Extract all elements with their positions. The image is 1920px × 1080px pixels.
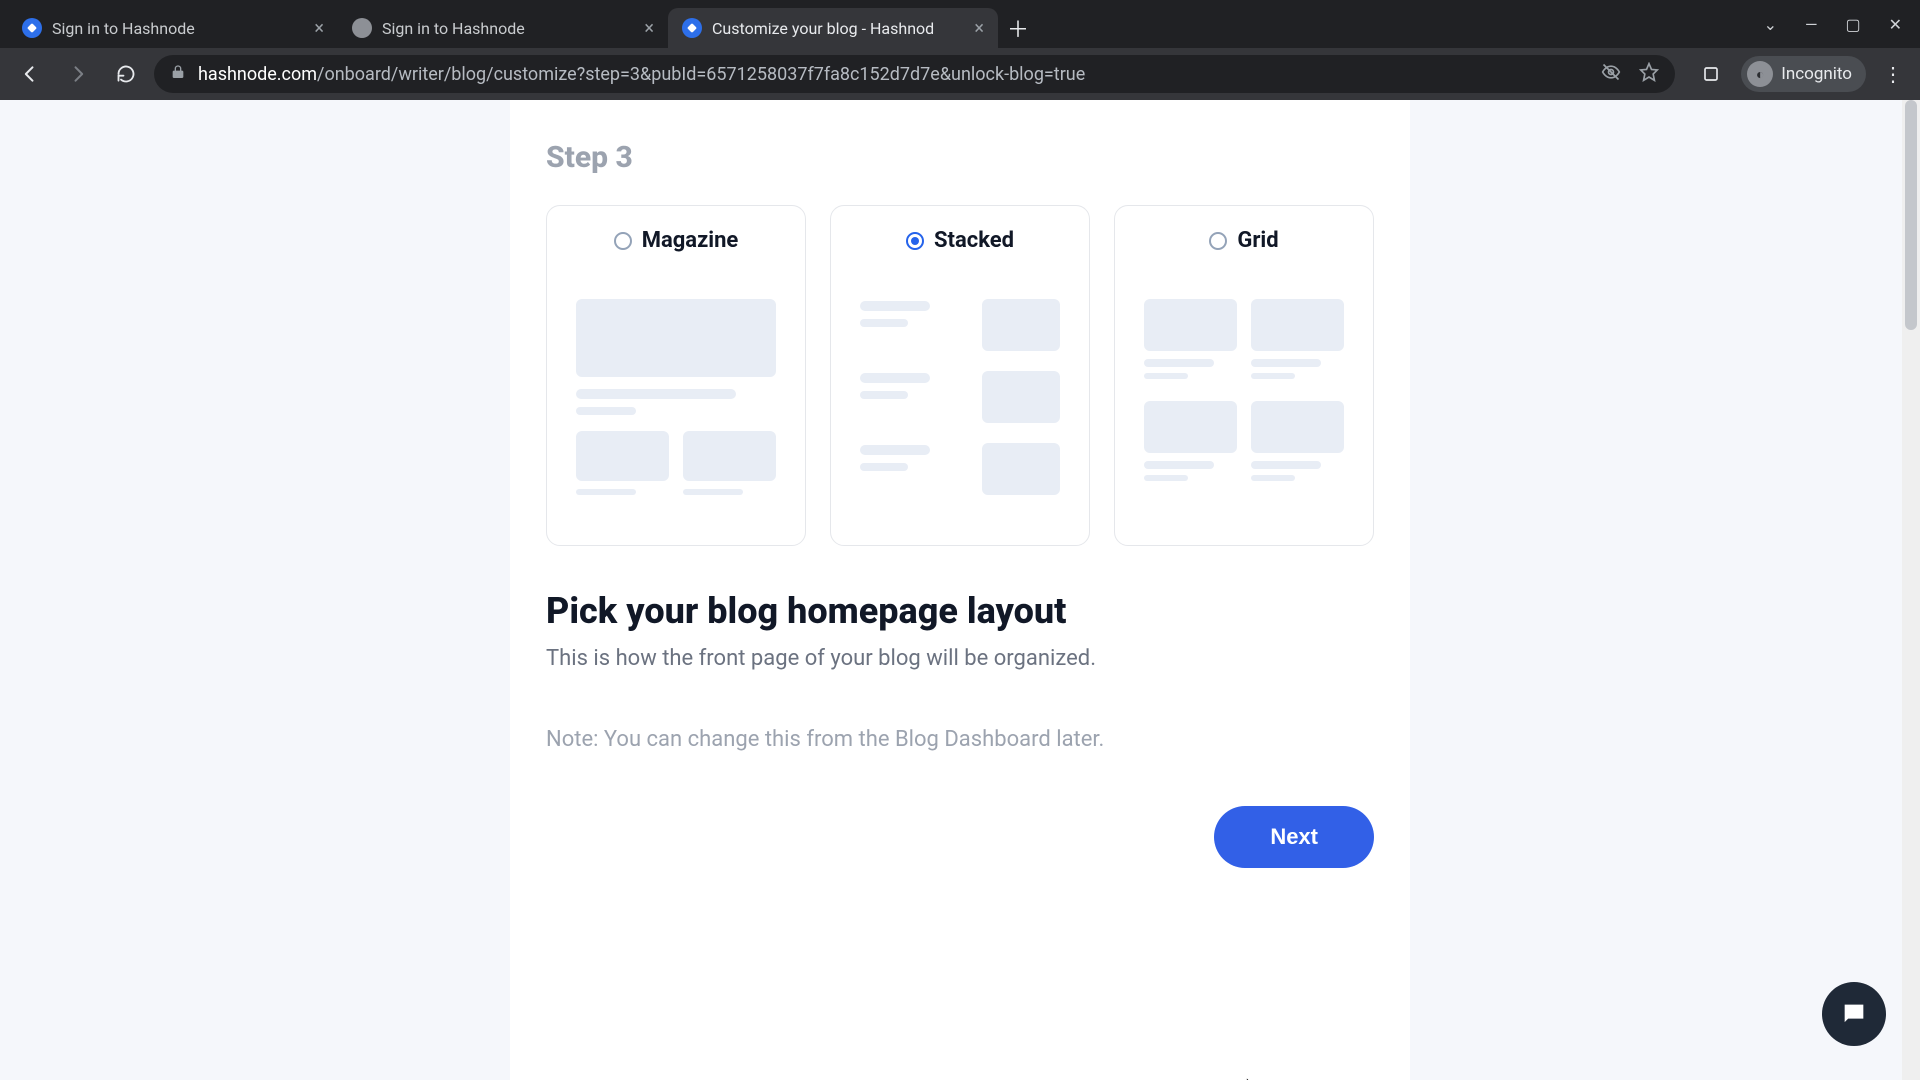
tab-title: Sign in to Hashnode — [52, 19, 304, 38]
forward-button[interactable] — [58, 54, 98, 94]
window-close-icon[interactable]: ✕ — [1889, 15, 1902, 34]
chevron-down-icon[interactable]: ⌄ — [1764, 15, 1777, 34]
option-label: Stacked — [934, 228, 1014, 253]
option-label: Magazine — [642, 228, 739, 253]
magazine-preview — [576, 299, 776, 495]
browser-toolbar: hashnode.com/onboard/writer/blog/customi… — [0, 48, 1920, 100]
extensions-button[interactable] — [1691, 54, 1731, 94]
section-note: Note: You can change this from the Blog … — [510, 671, 1410, 752]
grid-preview — [1144, 299, 1344, 481]
close-icon[interactable]: × — [314, 18, 324, 39]
browser-tab-2[interactable]: Sign in to Hashnode × — [338, 8, 668, 48]
browser-menu-button[interactable]: ⋮ — [1876, 62, 1910, 86]
eye-off-icon[interactable] — [1601, 62, 1621, 86]
chat-launcher-button[interactable] — [1822, 982, 1886, 1046]
browser-tab-1[interactable]: Sign in to Hashnode × — [8, 8, 338, 48]
reload-button[interactable] — [106, 54, 146, 94]
tab-title: Sign in to Hashnode — [382, 19, 634, 38]
lock-icon — [170, 64, 186, 84]
close-icon[interactable]: × — [974, 18, 984, 39]
window-controls: ⌄ ― ▢ ✕ — [1764, 0, 1920, 48]
layout-option-grid[interactable]: Grid — [1114, 205, 1374, 546]
layout-option-stacked[interactable]: Stacked — [830, 205, 1090, 546]
layout-option-magazine[interactable]: Magazine — [546, 205, 806, 546]
incognito-label: Incognito — [1781, 64, 1852, 84]
onboarding-card: Step 3 Magazine — [510, 100, 1410, 1080]
back-button[interactable] — [10, 54, 50, 94]
next-button[interactable]: Next — [1214, 806, 1374, 868]
step-label: Step 3 — [510, 100, 1410, 205]
browser-tabbar: Sign in to Hashnode × Sign in to Hashnod… — [0, 0, 1920, 48]
maximize-icon[interactable]: ▢ — [1845, 15, 1860, 34]
incognito-indicator[interactable]: ◐ Incognito — [1741, 56, 1866, 92]
tab-title: Customize your blog - Hashnod — [712, 19, 964, 38]
section-headline: Pick your blog homepage layout — [510, 546, 1410, 632]
chat-icon — [1840, 1000, 1868, 1028]
radio-grid[interactable] — [1209, 232, 1227, 250]
stacked-preview — [860, 299, 1060, 495]
new-tab-button[interactable]: ＋ — [998, 8, 1038, 48]
layout-options: Magazine Stacked — [510, 205, 1410, 546]
minimize-icon[interactable]: ― — [1805, 15, 1818, 34]
browser-tab-3[interactable]: Customize your blog - Hashnod × — [668, 8, 998, 48]
option-label: Grid — [1237, 228, 1278, 253]
scrollbar-thumb[interactable] — [1905, 100, 1917, 330]
section-subhead: This is how the front page of your blog … — [510, 632, 1410, 671]
star-icon[interactable] — [1639, 62, 1659, 86]
hashnode-favicon-icon — [682, 18, 702, 38]
globe-favicon-icon — [352, 18, 372, 38]
url-text: hashnode.com/onboard/writer/blog/customi… — [198, 64, 1085, 85]
radio-magazine[interactable] — [614, 232, 632, 250]
incognito-icon: ◐ — [1747, 61, 1773, 87]
vertical-scrollbar[interactable] — [1902, 100, 1920, 1080]
page-viewport: Step 3 Magazine — [0, 100, 1920, 1080]
address-bar[interactable]: hashnode.com/onboard/writer/blog/customi… — [154, 55, 1675, 93]
close-icon[interactable]: × — [644, 18, 654, 39]
hashnode-favicon-icon — [22, 18, 42, 38]
radio-stacked[interactable] — [906, 232, 924, 250]
